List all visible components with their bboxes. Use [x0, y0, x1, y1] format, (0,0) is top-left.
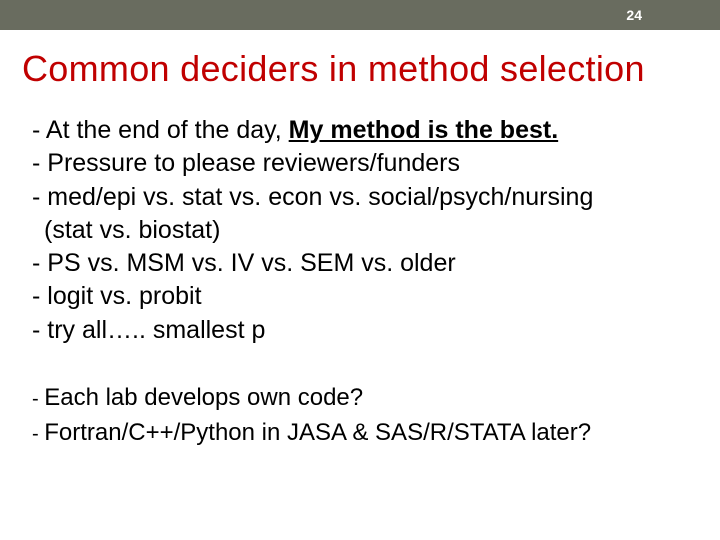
- main-bullet-list: At the end of the day, My method is the …: [22, 114, 698, 214]
- main-bullet-list-cont: PS vs. MSM vs. IV vs. SEM vs. older logi…: [22, 247, 698, 347]
- page-number: 24: [626, 7, 642, 23]
- secondary-bullet-list: Each lab develops own code? Fortran/C++/…: [22, 381, 698, 451]
- slide-title: Common deciders in method selection: [22, 48, 698, 90]
- bullet-continuation: (stat vs. biostat): [22, 214, 698, 247]
- bullet-text-prefix: At the end of the day,: [46, 116, 289, 144]
- bullet-item: logit vs. probit: [32, 280, 698, 313]
- bullet-item: Each lab develops own code?: [32, 381, 698, 416]
- bullet-item: try all….. smallest p: [32, 314, 698, 347]
- spacer: [22, 347, 698, 381]
- header-bar: 24: [0, 0, 720, 30]
- slide-content: Common deciders in method selection At t…: [0, 30, 720, 450]
- bullet-item: Fortran/C++/Python in JASA & SAS/R/STATA…: [32, 416, 698, 451]
- bullet-item: Pressure to please reviewers/funders: [32, 147, 698, 180]
- bullet-item: med/epi vs. stat vs. econ vs. social/psy…: [32, 181, 698, 214]
- bullet-text-emphasis: My method is the best.: [289, 116, 558, 144]
- bullet-item: PS vs. MSM vs. IV vs. SEM vs. older: [32, 247, 698, 280]
- bullet-item: At the end of the day, My method is the …: [32, 114, 698, 147]
